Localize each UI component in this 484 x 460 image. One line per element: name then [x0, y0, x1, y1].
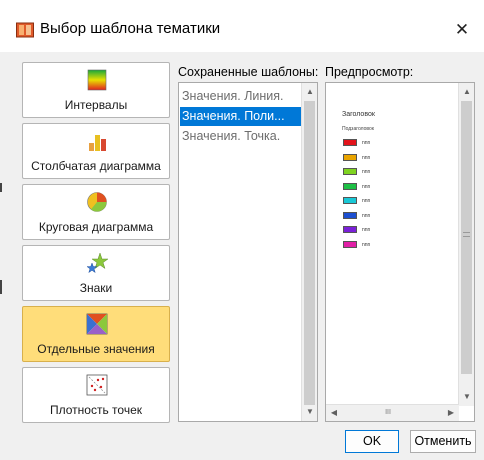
- theme-template-icon: [16, 22, 34, 38]
- legend-swatch: [343, 182, 357, 190]
- stars-icon: [86, 252, 108, 274]
- legend-swatch: [343, 153, 357, 161]
- list-item[interactable]: Значения. Поли...: [180, 107, 301, 126]
- legend-label: nnn: [362, 212, 371, 219]
- legend-label: nnn: [362, 241, 371, 248]
- category-label: Столбчатая диаграмма: [31, 159, 161, 173]
- legend-swatch: [343, 240, 357, 248]
- list-item[interactable]: Значения. Линия.: [180, 87, 301, 106]
- legend-label: nnn: [362, 227, 371, 233]
- legend-label: nnn: [362, 198, 371, 204]
- preview-label: Предпросмотр:: [325, 65, 414, 79]
- category-label: Отдельные значения: [37, 342, 155, 356]
- list-item[interactable]: Значения. Точка.: [180, 127, 301, 146]
- vertical-scrollbar[interactable]: ▲ ▼: [301, 83, 317, 421]
- preview-title: Заголовок: [342, 111, 375, 118]
- legend-swatch: [343, 211, 357, 219]
- preview-horizontal-scrollbar[interactable]: ◀ III ▶: [326, 404, 459, 421]
- saved-templates-label: Сохраненные шаблоны:: [178, 65, 319, 79]
- category-intervals-button[interactable]: Интервалы: [22, 62, 170, 118]
- legend-swatch: [343, 139, 357, 146]
- scroll-thumb[interactable]: [461, 101, 472, 374]
- scroll-down-icon[interactable]: ▼: [302, 405, 318, 419]
- gradient-icon: [87, 69, 107, 91]
- legend-label: nnn: [362, 154, 371, 161]
- scroll-thumb[interactable]: III: [344, 408, 432, 418]
- scroll-right-icon[interactable]: ▶: [443, 406, 459, 420]
- legend-swatch: [343, 197, 357, 204]
- preview-subtitle: Подзаголовок: [342, 126, 374, 132]
- scroll-thumb[interactable]: [304, 101, 315, 405]
- scroll-up-icon[interactable]: ▲: [302, 85, 318, 99]
- unique-values-icon: [86, 313, 108, 335]
- scroll-left-icon[interactable]: ◀: [326, 406, 342, 420]
- close-button[interactable]: ✕: [440, 10, 484, 50]
- window-edge: [0, 280, 2, 294]
- legend-label: nnn: [362, 169, 371, 175]
- legend-label: nnn: [362, 183, 371, 190]
- scroll-down-icon[interactable]: ▼: [459, 390, 475, 404]
- category-symbols-button[interactable]: Знаки: [22, 245, 170, 301]
- dot-density-icon: [86, 374, 108, 396]
- category-label: Плотность точек: [50, 403, 142, 417]
- category-pie-chart-button[interactable]: Круговая диаграмма: [22, 184, 170, 240]
- category-bar-chart-button[interactable]: Столбчатая диаграмма: [22, 123, 170, 179]
- legend-label: nnn: [362, 140, 371, 146]
- preview-panel: Заголовок Подзаголовок nnn nnn nnn nnn nnn nn…: [325, 82, 475, 422]
- category-label: Знаки: [79, 281, 113, 295]
- legend-swatch: [343, 168, 357, 175]
- window-title: Выбор шаблона тематики: [40, 20, 221, 37]
- bar-chart-icon: [89, 135, 106, 151]
- pie-chart-icon: [87, 192, 107, 212]
- cancel-button[interactable]: Отменить: [410, 430, 476, 453]
- ok-button[interactable]: OK: [345, 430, 399, 453]
- window-edge: [0, 183, 2, 192]
- preview-vertical-scrollbar[interactable]: ▲ ▼: [458, 83, 474, 406]
- category-label: Круговая диаграмма: [38, 220, 154, 234]
- close-icon: ✕: [454, 20, 470, 39]
- category-label: Интервалы: [64, 98, 128, 112]
- category-unique-values-button[interactable]: Отдельные значения: [22, 306, 170, 362]
- title-bar: Выбор шаблона тематики ✕: [0, 0, 484, 52]
- saved-templates-list[interactable]: Значения. Линия. Значения. Поли... Значе…: [178, 82, 318, 422]
- legend-swatch: [343, 226, 357, 233]
- category-dot-density-button[interactable]: Плотность точек: [22, 367, 170, 423]
- template-dialog: Выбор шаблона тематики ✕ Интервалы Столб…: [0, 0, 484, 460]
- scroll-up-icon[interactable]: ▲: [459, 85, 475, 99]
